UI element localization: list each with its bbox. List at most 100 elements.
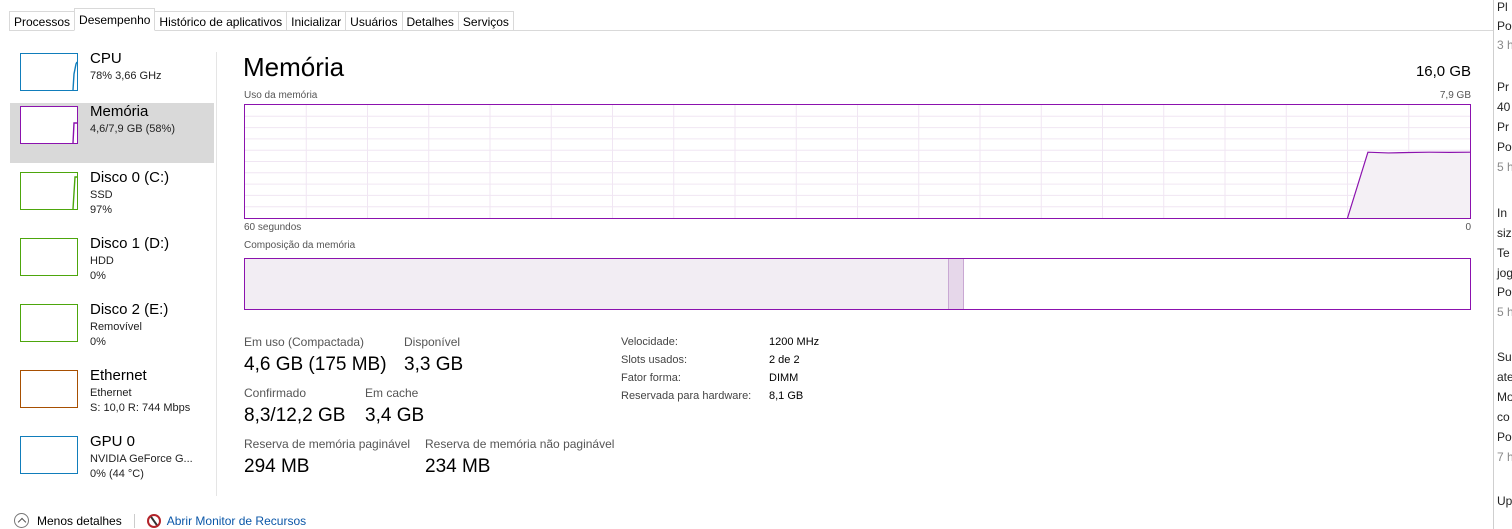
tab-1[interactable]: Desempenho bbox=[74, 8, 156, 31]
window-top-edge bbox=[0, 0, 1494, 7]
tab-2[interactable]: Histórico de aplicativos bbox=[154, 11, 288, 31]
sidebar-item-title: Disco 1 (D:) bbox=[90, 235, 170, 252]
sidebar-item-subtitle: Ethernet bbox=[90, 387, 132, 399]
property-value: 1200 MHz bbox=[769, 336, 820, 348]
sidebar-thumbnail-line bbox=[72, 176, 77, 209]
memory-usage-area bbox=[1347, 152, 1470, 218]
sidebar-item-detail: 0% bbox=[90, 270, 106, 282]
memory-usage-chart-svg bbox=[245, 105, 1471, 219]
available-value: 3,3 GB bbox=[404, 354, 464, 375]
sidebar-item-subtitle: HDD bbox=[90, 255, 114, 267]
sidebar-thumbnail bbox=[20, 53, 78, 91]
right-panel-text: 5 h bbox=[1497, 305, 1512, 319]
right-panel-text: Su bbox=[1497, 350, 1512, 364]
tab-6[interactable]: Serviços bbox=[457, 11, 514, 31]
property-label: Fator forma: bbox=[621, 372, 681, 384]
sidebar-item-subtitle: 4,6/7,9 GB (58%) bbox=[90, 123, 175, 135]
right-panel-text: 3 h bbox=[1497, 38, 1512, 52]
right-panel-text: Mo bbox=[1497, 390, 1512, 404]
sidebar-thumbnail bbox=[20, 238, 78, 276]
sidebar-item-title: Disco 0 (C:) bbox=[90, 169, 170, 186]
sidebar-item-title: Ethernet bbox=[90, 367, 147, 384]
sidebar-item-detail: 0% bbox=[90, 336, 106, 348]
sidebar-item-subtitle: Removível bbox=[90, 321, 142, 333]
property-label: Reservada para hardware: bbox=[621, 390, 752, 402]
tab-5[interactable]: Detalhes bbox=[401, 11, 459, 31]
sidebar-divider bbox=[216, 52, 217, 496]
sidebar-item-detail: 97% bbox=[90, 204, 113, 216]
sidebar-item-subtitle: 78% 3,66 GHz bbox=[90, 70, 162, 82]
composition-in-use-segment[interactable] bbox=[245, 259, 949, 309]
chevron-up-icon bbox=[14, 513, 29, 528]
page-title: Memória bbox=[243, 52, 345, 82]
sidebar-item-detail: S: 10,0 R: 744 Mbps bbox=[90, 402, 191, 414]
sidebar-thumbnail bbox=[20, 106, 78, 144]
footer: Menos detalhes Abrir Monitor de Recursos bbox=[14, 512, 306, 529]
composition-modified-segment[interactable] bbox=[949, 259, 964, 309]
nonpaged-pool-value: 234 MB bbox=[425, 456, 491, 477]
sidebar-item-2[interactable]: Disco 0 (C:) SSD 97% bbox=[10, 169, 214, 231]
sidebar-thumbnail bbox=[20, 304, 78, 342]
available-label: Disponível bbox=[404, 335, 461, 349]
right-panel-text: Po bbox=[1497, 430, 1512, 444]
cached-value: 3,4 GB bbox=[365, 405, 425, 426]
right-panel-text: Pr bbox=[1497, 120, 1509, 134]
sidebar-item-title: Disco 2 (E:) bbox=[90, 301, 169, 318]
total-memory: 16,0 GB bbox=[1415, 63, 1471, 80]
right-panel-text: Te bbox=[1497, 246, 1510, 260]
committed-label: Confirmado bbox=[244, 386, 307, 400]
composition-label: Composição da memória bbox=[244, 240, 356, 251]
property-value: DIMM bbox=[769, 372, 799, 384]
sidebar-item-subtitle: SSD bbox=[90, 189, 113, 201]
right-panel-text: 5 h bbox=[1497, 160, 1512, 174]
less-details-button[interactable]: Menos detalhes bbox=[14, 513, 122, 528]
right-panel-text: ate bbox=[1497, 370, 1512, 384]
open-resource-monitor-link[interactable]: Abrir Monitor de Recursos bbox=[146, 513, 306, 528]
in-use-value: 4,6 GB (175 MB) bbox=[244, 354, 387, 375]
right-panel-text: In bbox=[1497, 206, 1508, 220]
right-panel-text: Po bbox=[1497, 19, 1512, 33]
property-label: Slots usados: bbox=[621, 354, 688, 366]
sidebar-item-title: Memória bbox=[90, 103, 149, 120]
sidebar-thumbnail bbox=[20, 370, 78, 408]
sidebar-item-title: CPU bbox=[90, 50, 122, 67]
memory-composition-bar[interactable] bbox=[244, 258, 1471, 310]
sidebar-thumbnail-line bbox=[72, 122, 77, 143]
right-panel-text: 7 h bbox=[1497, 450, 1512, 464]
tab-4[interactable]: Usuários bbox=[345, 11, 403, 31]
usage-chart-max: 7,9 GB bbox=[1439, 90, 1471, 101]
footer-separator bbox=[133, 513, 135, 528]
property-label: Velocidade: bbox=[621, 336, 678, 348]
right-panel-text: siz bbox=[1497, 226, 1512, 240]
right-panel-text: jog bbox=[1497, 266, 1512, 280]
sidebar-thumbnail bbox=[20, 436, 78, 474]
sidebar-item-title: GPU 0 bbox=[90, 433, 136, 450]
tab-0[interactable]: Processos bbox=[9, 11, 76, 31]
sidebar-item-1[interactable]: Memória 4,6/7,9 GB (58%) bbox=[10, 103, 214, 163]
right-panel-text: Pr bbox=[1497, 80, 1509, 94]
sidebar-item-6[interactable]: GPU 0 NVIDIA GeForce G... 0% (44 °C) bbox=[10, 433, 214, 495]
sidebar-thumbnail bbox=[20, 172, 78, 210]
sidebar-item-5[interactable]: Ethernet Ethernet S: 10,0 R: 744 Mbps bbox=[10, 367, 214, 429]
tab-bar-divider bbox=[9, 30, 1494, 31]
right-panel-text: Po bbox=[1497, 285, 1512, 299]
paged-pool-value: 294 MB bbox=[244, 456, 310, 477]
sidebar-item-4[interactable]: Disco 2 (E:) Removível 0% bbox=[10, 301, 214, 363]
property-value: 8,1 GB bbox=[769, 390, 804, 402]
tab-3[interactable]: Inicializar bbox=[286, 11, 347, 31]
sidebar-item-subtitle: NVIDIA GeForce G... bbox=[90, 453, 193, 465]
tab-bar: Processos Desempenho Histórico de aplicati… bbox=[9, 8, 514, 31]
right-panel-text: Up bbox=[1497, 494, 1512, 508]
chart-time-end: 0 bbox=[1465, 222, 1471, 233]
paged-pool-label: Reserva de memória paginável bbox=[244, 437, 411, 451]
right-panel-text: co bbox=[1497, 410, 1510, 424]
usage-chart-label: Uso da memória bbox=[244, 90, 318, 101]
cached-label: Em cache bbox=[365, 386, 419, 400]
sidebar-item-3[interactable]: Disco 1 (D:) HDD 0% bbox=[10, 235, 214, 297]
sidebar-item-detail: 0% (44 °C) bbox=[90, 468, 144, 480]
in-use-label: Em uso (Compactada) bbox=[244, 335, 365, 349]
sidebar-thumbnail-line bbox=[72, 61, 77, 90]
less-details-label: Menos detalhes bbox=[37, 513, 122, 528]
resource-monitor-icon bbox=[146, 513, 161, 528]
committed-value: 8,3/12,2 GB bbox=[244, 405, 346, 426]
